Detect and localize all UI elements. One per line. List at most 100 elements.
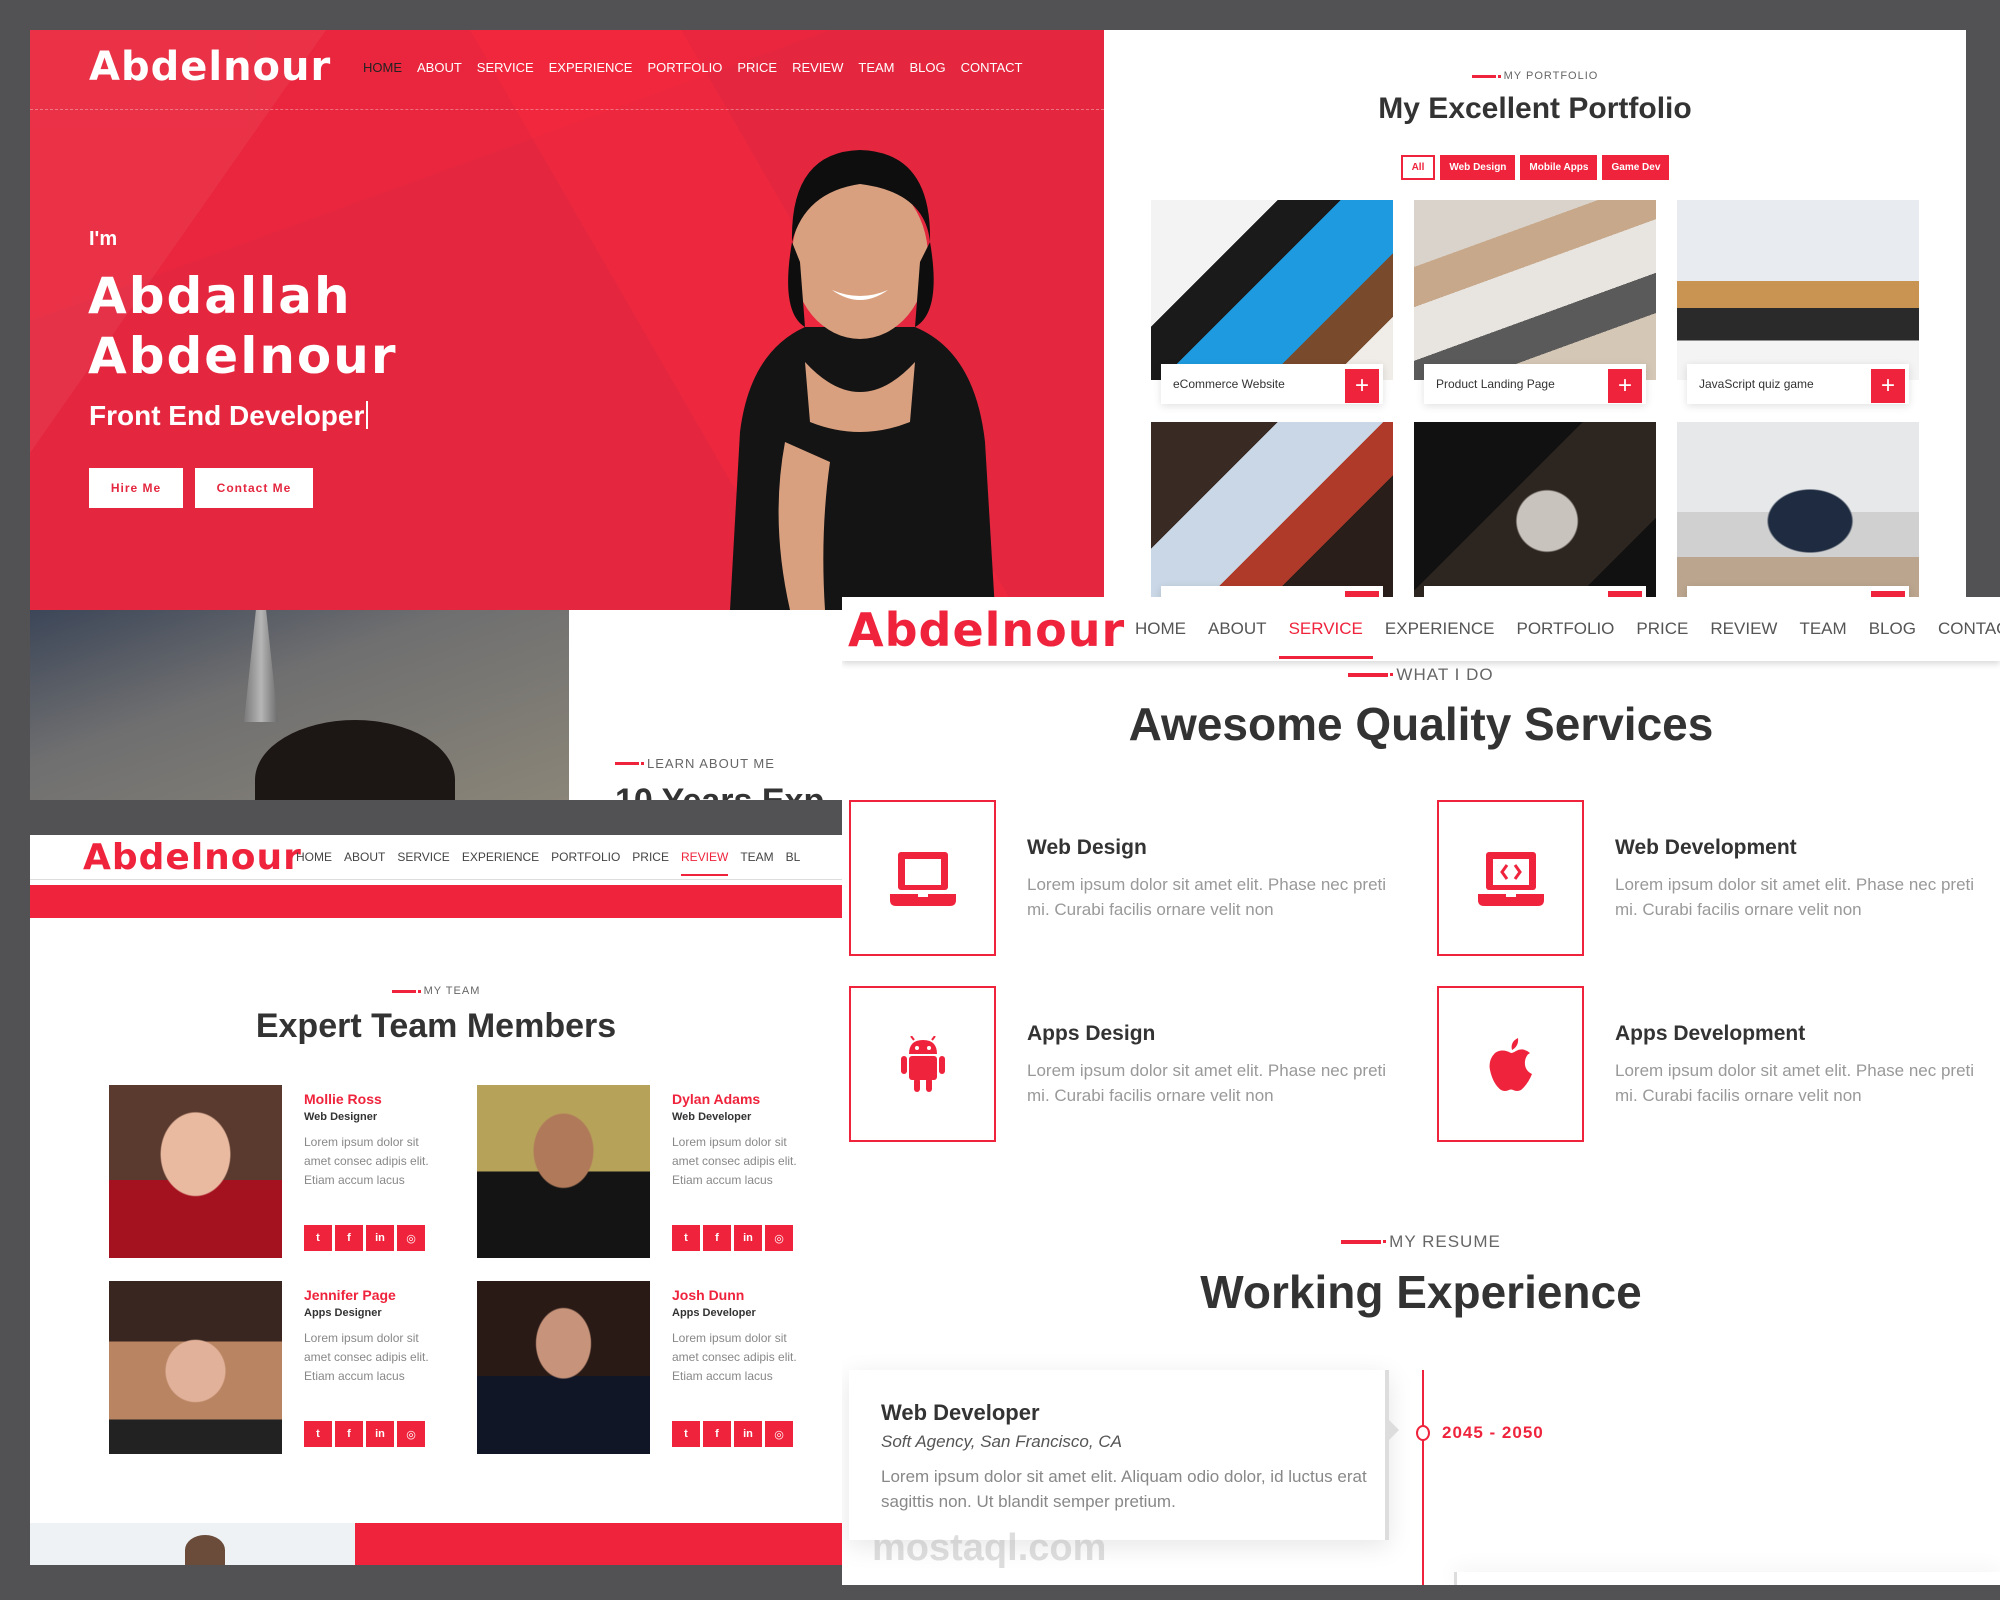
member-role: Apps Designer [304, 1307, 382, 1319]
member-role: Apps Developer [672, 1307, 756, 1319]
nav-item-experience[interactable]: EXPERIENCE [1385, 619, 1495, 639]
instagram-icon[interactable]: ◎ [397, 1421, 425, 1447]
instagram-icon[interactable]: ◎ [765, 1421, 793, 1447]
linkedin-icon[interactable]: in [366, 1421, 394, 1447]
nav-item-contact[interactable]: CONTACT [1938, 619, 2000, 639]
about-tag-text: LEARN ABOUT ME [647, 756, 775, 771]
nav-item-about[interactable]: ABOUT [344, 850, 385, 864]
service-icon-box [849, 986, 996, 1142]
nav-item-price[interactable]: PRICE [737, 60, 777, 75]
filter-all[interactable]: All [1400, 155, 1436, 180]
plus-icon[interactable]: + [1608, 369, 1642, 403]
plus-icon[interactable]: + [1345, 369, 1379, 403]
tag-accent-bar [615, 762, 644, 765]
nav-item-blog[interactable]: BLOG [910, 60, 946, 75]
member-name: Mollie Ross [304, 1091, 382, 1107]
nav-item-service[interactable]: SERVICE [397, 850, 449, 864]
plus-icon[interactable]: + [1871, 369, 1905, 403]
team-section: Abdelnour HOME ABOUT SERVICE EXPERIENCE … [30, 835, 842, 1565]
nav-item-review[interactable]: REVIEW [792, 60, 843, 75]
nav-item-service[interactable]: SERVICE [1278, 619, 1374, 659]
avatar [109, 1085, 282, 1258]
portfolio-item[interactable]: + [1677, 422, 1919, 600]
facebook-icon[interactable]: f [703, 1225, 731, 1251]
hero-name-first: Abdallah [88, 267, 352, 325]
nav-item-home[interactable]: HOME [1135, 619, 1186, 639]
typing-caret [366, 401, 369, 429]
nav-item-price[interactable]: PRICE [632, 850, 669, 864]
instagram-icon[interactable]: ◎ [397, 1225, 425, 1251]
service-icon-box [1437, 800, 1584, 956]
facebook-icon[interactable]: f [335, 1225, 363, 1251]
portfolio-tag: MY PORTFOLIO [1104, 70, 1966, 82]
twitter-icon[interactable]: t [304, 1225, 332, 1251]
android-icon [900, 1036, 945, 1092]
nav-item-contact[interactable]: CONTACT [961, 60, 1023, 75]
linkedin-icon[interactable]: in [734, 1225, 762, 1251]
service-item: Apps Design Lorem ipsum dolor sit amet e… [849, 986, 1437, 1142]
filter-mobile-apps[interactable]: Mobile Apps [1520, 155, 1598, 180]
brand-logo[interactable]: Abdelnour [83, 837, 302, 878]
nav-item-price[interactable]: PRICE [1636, 619, 1688, 639]
job-period: 2045 - 2050 [1442, 1423, 1544, 1442]
nav-item-blog[interactable]: BLOG [1869, 619, 1916, 639]
nav-item-team[interactable]: TEAM [1799, 619, 1846, 639]
filter-game-dev[interactable]: Game Dev [1602, 155, 1670, 180]
nav-item-review[interactable]: REVIEW [680, 850, 729, 876]
hero-nav-menu: HOME ABOUT SERVICE EXPERIENCE PORTFOLIO … [363, 60, 1023, 75]
portfolio-item[interactable]: + [1414, 422, 1656, 600]
team-title: Expert Team Members [255, 1007, 617, 1045]
twitter-icon[interactable]: t [672, 1421, 700, 1447]
services-section: Abdelnour HOME ABOUT SERVICE EXPERIENCE … [842, 597, 2000, 1585]
two-phones-photo [1414, 422, 1656, 600]
tag-accent-bar [1341, 1240, 1387, 1244]
avatar [109, 1281, 282, 1454]
laptop-typing-photo [1151, 200, 1393, 380]
nav-item-review[interactable]: REVIEW [1710, 619, 1777, 639]
portfolio-caption: eCommerce Website + [1161, 364, 1383, 404]
portfolio-item[interactable]: Product Landing Page + [1414, 200, 1656, 404]
social-links: t f in ◎ [672, 1225, 793, 1251]
nav-item-about[interactable]: ABOUT [417, 60, 462, 75]
hero-name-last: Abdelnour [88, 327, 398, 385]
nav-item-portfolio[interactable]: PORTFOLIO [647, 60, 722, 75]
nav-item-about[interactable]: ABOUT [1208, 619, 1267, 639]
brand-logo[interactable]: Abdelnour [848, 603, 1125, 657]
member-role: Web Developer [672, 1111, 752, 1123]
hire-me-button[interactable]: Hire Me [89, 468, 183, 508]
linkedin-icon[interactable]: in [734, 1421, 762, 1447]
services-tag-text: WHAT I DO [1396, 665, 1494, 684]
nav-item-portfolio[interactable]: PORTFOLIO [1516, 619, 1614, 639]
portfolio-item[interactable]: eCommerce Website + [1151, 200, 1393, 404]
linkedin-icon[interactable]: in [366, 1225, 394, 1251]
portfolio-grid: eCommerce Website + Product Landing Page +… [1151, 200, 1919, 600]
nav-item-portfolio[interactable]: PORTFOLIO [551, 850, 620, 864]
social-links: t f in ◎ [304, 1421, 425, 1447]
contact-me-button[interactable]: Contact Me [195, 468, 313, 508]
team-tag-text: MY TEAM [423, 985, 481, 997]
nav-item-home[interactable]: HOME [363, 60, 402, 75]
portfolio-item[interactable]: JavaScript quiz game + [1677, 200, 1919, 404]
facebook-icon[interactable]: f [703, 1421, 731, 1447]
nav-item-blog[interactable]: BL [786, 850, 801, 864]
filter-web-design[interactable]: Web Design [1440, 155, 1516, 180]
twitter-icon[interactable]: t [672, 1225, 700, 1251]
nav-item-team[interactable]: TEAM [740, 850, 773, 864]
twitter-icon[interactable]: t [304, 1421, 332, 1447]
nav-item-experience[interactable]: EXPERIENCE [549, 60, 633, 75]
portfolio-item[interactable]: + [1151, 422, 1393, 600]
facebook-icon[interactable]: f [335, 1421, 363, 1447]
member-bio: Lorem ipsum dolor sit amet consec adipis… [304, 1135, 429, 1187]
brand-logo[interactable]: Abdelnour [89, 44, 331, 90]
team-member-card: Dylan Adams Web Developer Lorem ipsum do… [477, 1085, 797, 1258]
nav-item-team[interactable]: TEAM [858, 60, 894, 75]
instagram-icon[interactable]: ◎ [765, 1225, 793, 1251]
hero-section: Abdelnour HOME ABOUT SERVICE EXPERIENCE … [30, 30, 1104, 610]
service-title: Apps Design [1027, 1022, 1156, 1045]
nav-item-service[interactable]: SERVICE [477, 60, 534, 75]
nav-item-home[interactable]: HOME [296, 850, 332, 864]
nav-item-experience[interactable]: EXPERIENCE [462, 850, 539, 864]
next-section-red-block [355, 1523, 842, 1565]
experience-tag-text: MY RESUME [1389, 1232, 1501, 1251]
apple-icon [1489, 1038, 1532, 1091]
